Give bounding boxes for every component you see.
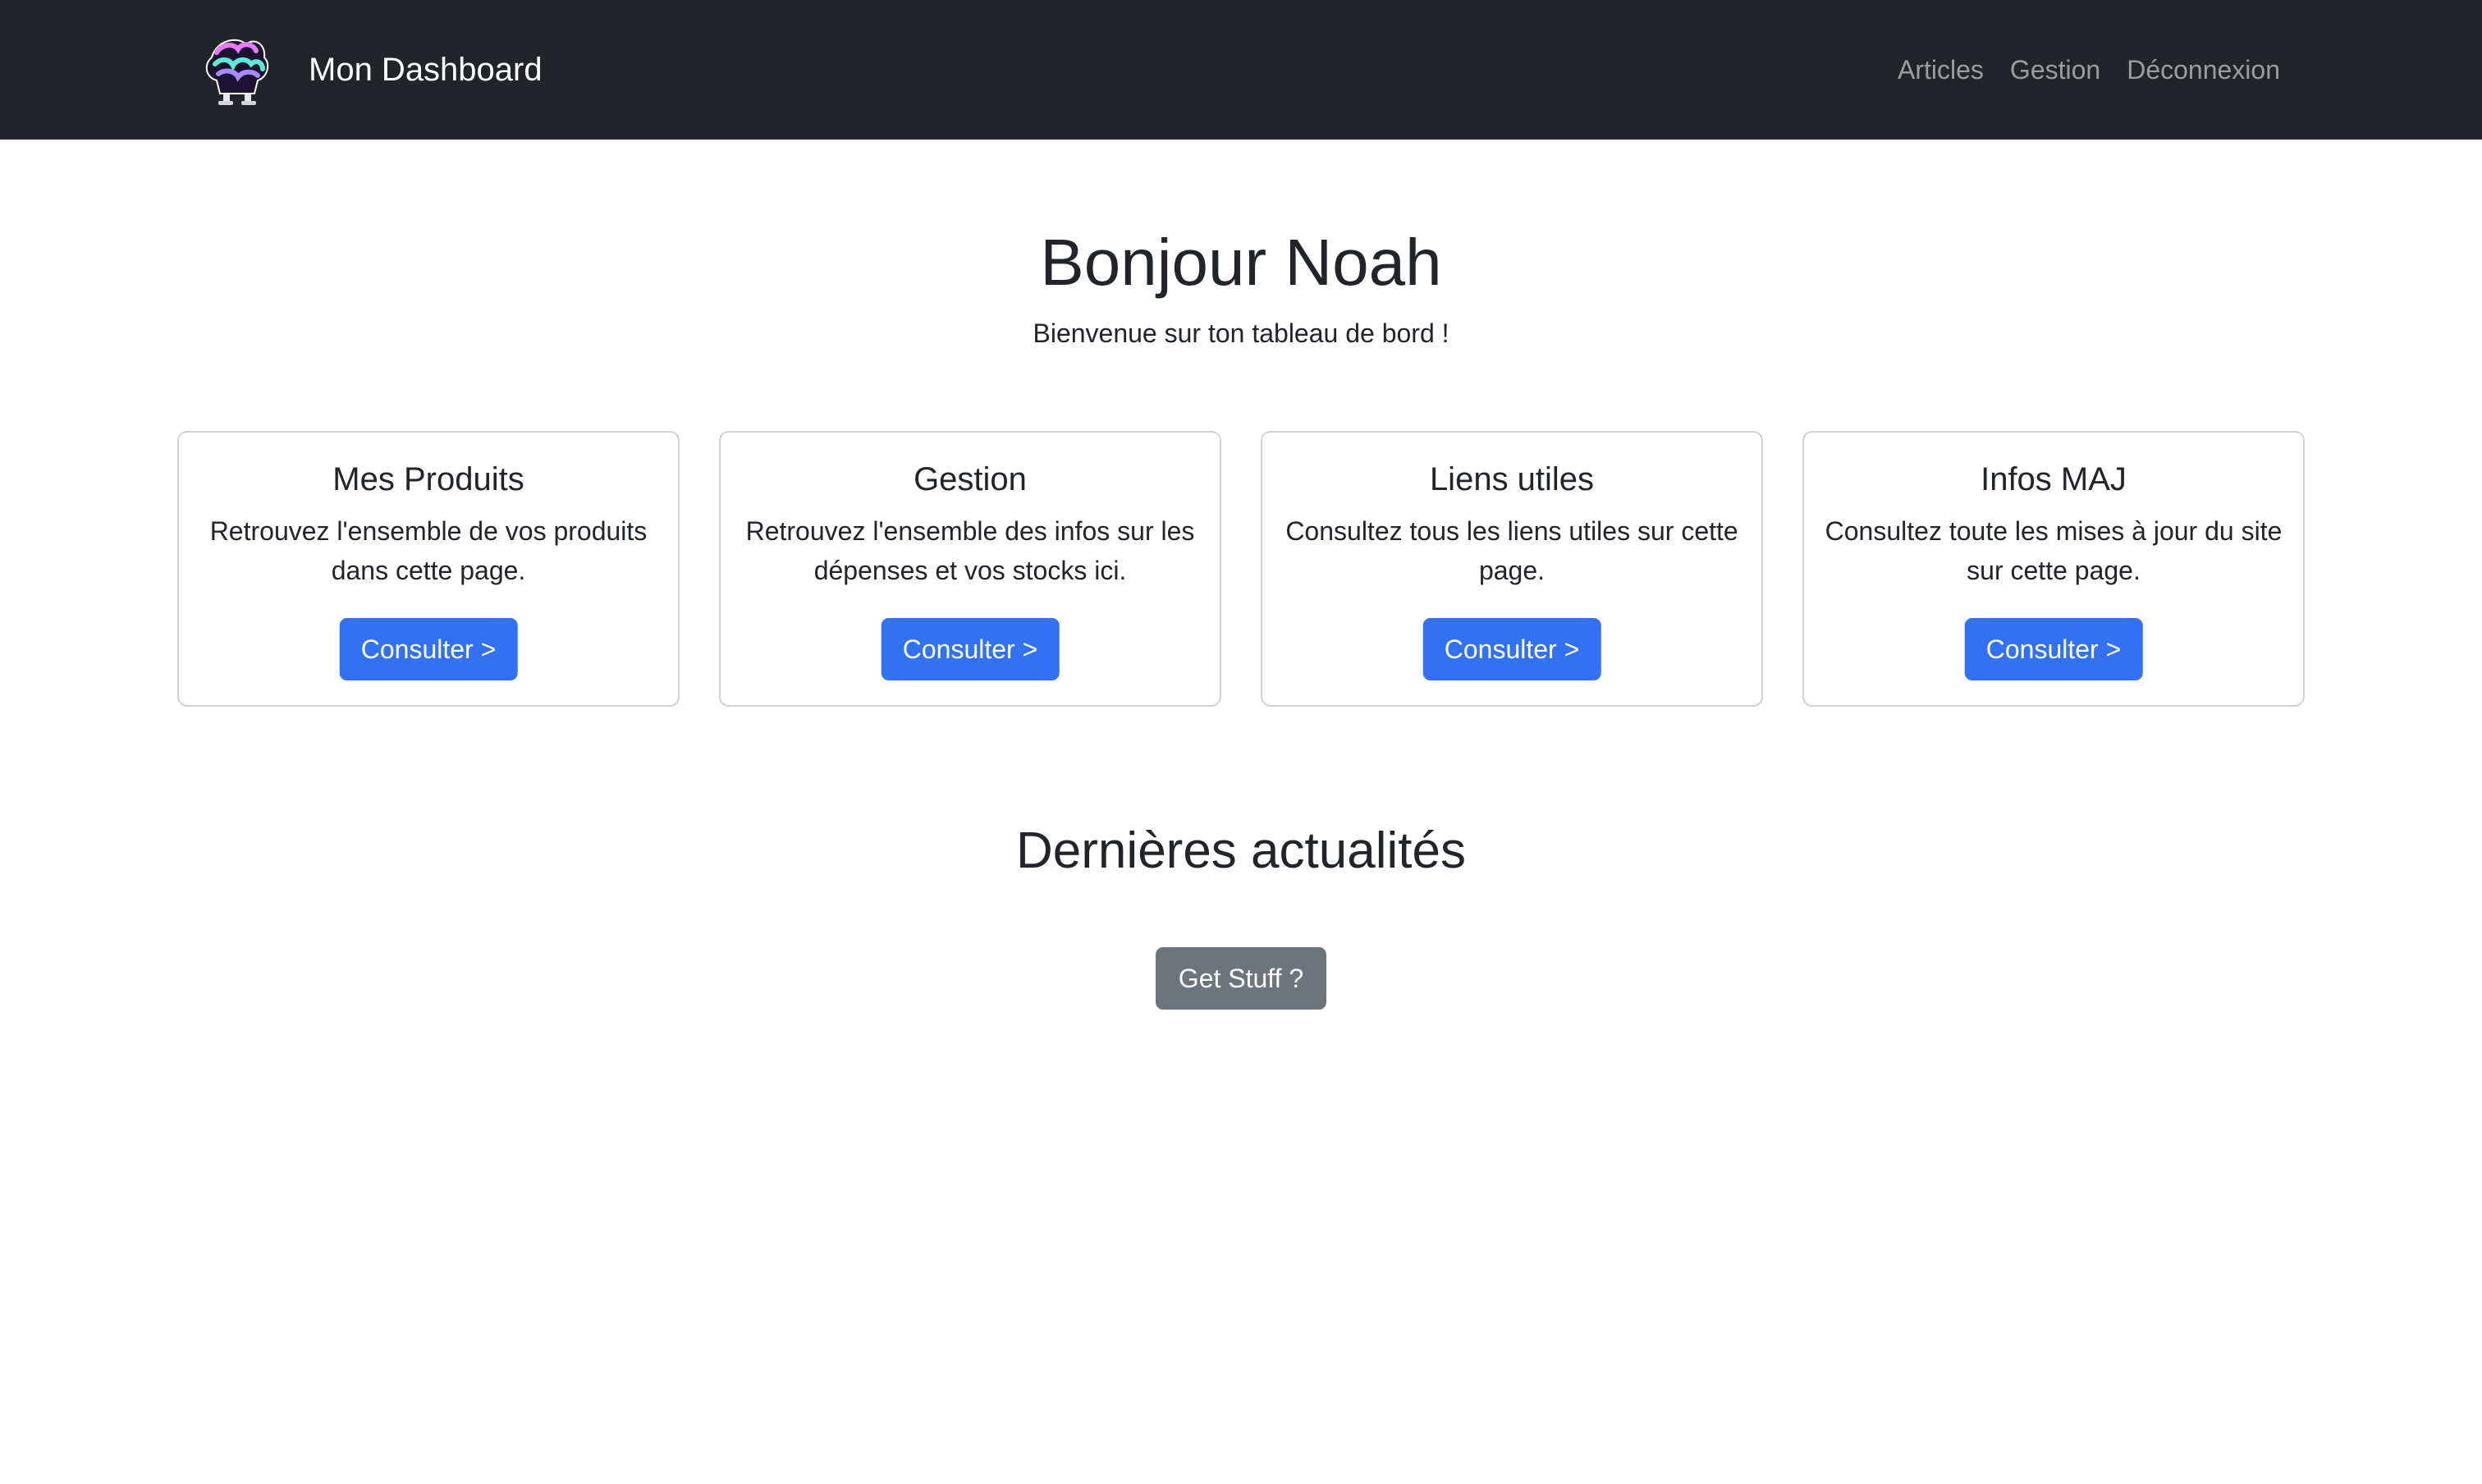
consulter-gestion-button[interactable]: Consulter > <box>881 618 1060 680</box>
get-stuff-button[interactable]: Get Stuff ? <box>1156 947 1326 1010</box>
nav-link-deconnexion[interactable]: Déconnexion <box>2113 55 2293 85</box>
card-title: Liens utiles <box>1429 461 1595 497</box>
consulter-infos-button[interactable]: Consulter > <box>1964 618 2143 680</box>
card-title: Infos MAJ <box>1981 461 2127 497</box>
card-liens-utiles: Liens utiles Consultez tous les liens ut… <box>1261 431 1763 707</box>
stuff-mascot-logo-icon <box>205 39 269 105</box>
card-gestion: Gestion Retrouvez l'ensemble des infos s… <box>719 431 1221 707</box>
card-title: Gestion <box>914 461 1027 497</box>
card-title: Mes Produits <box>332 461 524 497</box>
top-navbar: Mon Dashboard Articles Gestion Déconnexi… <box>0 0 2482 140</box>
card-text: Retrouvez l'ensemble de vos produits dan… <box>209 516 648 585</box>
brand-name: Mon Dashboard <box>309 52 543 88</box>
card-text: Consultez tous les liens utiles sur cett… <box>1285 516 1738 585</box>
page-subtitle: Bienvenue sur ton tableau de bord ! <box>1033 318 1449 348</box>
card-infos-maj: Infos MAJ Consultez toute les mises à jo… <box>1802 431 2305 707</box>
dashboard-cards: Mes Produits Retrouvez l'ensemble de vos… <box>177 431 2305 707</box>
nav-link-gestion[interactable]: Gestion <box>1997 55 2113 85</box>
page-title: Bonjour Noah <box>1040 226 1442 299</box>
card-text: Consultez toute les mises à jour du site… <box>1825 516 2283 585</box>
nav-links: Articles Gestion Déconnexion <box>1884 0 2293 140</box>
news-section-title: Dernières actualités <box>1016 822 1466 879</box>
brand-link[interactable]: Mon Dashboard <box>200 33 543 107</box>
card-text: Retrouvez l'ensemble des infos sur les d… <box>745 516 1195 585</box>
consulter-produits-button[interactable]: Consulter > <box>339 618 518 680</box>
card-mes-produits: Mes Produits Retrouvez l'ensemble de vos… <box>177 431 680 707</box>
nav-link-articles[interactable]: Articles <box>1884 55 1997 85</box>
consulter-liens-button[interactable]: Consulter > <box>1422 618 1601 680</box>
